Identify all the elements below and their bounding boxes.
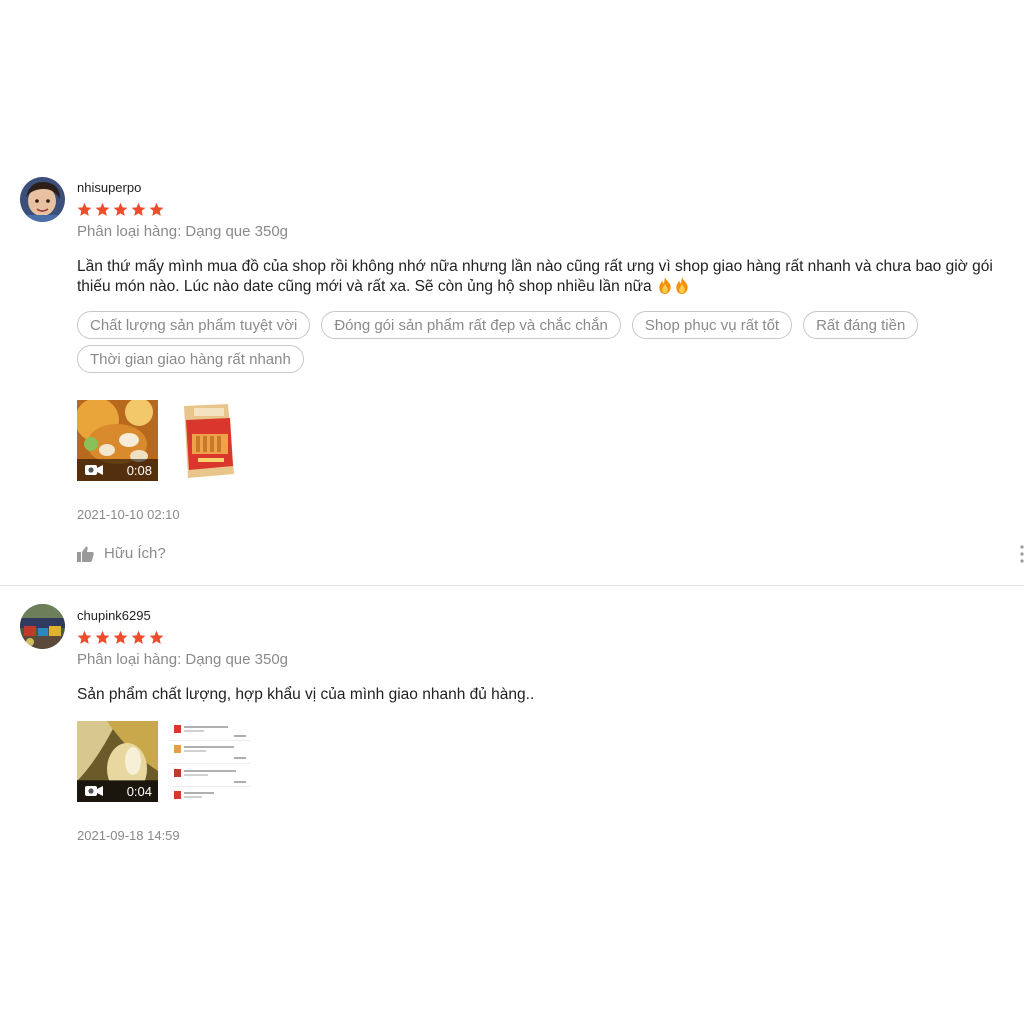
star-icon — [131, 202, 146, 216]
review-username[interactable]: chupink6295 — [77, 608, 151, 623]
review-tag: Đóng gói sản phẩm rất đẹp và chắc chắn — [321, 311, 621, 339]
review-variant: Phân loại hàng: Dạng que 350g — [77, 651, 289, 668]
review-tag: Shop phục vụ rất tốt — [631, 311, 793, 339]
review-tag: Thời gian giao hàng rất nhanh — [77, 345, 304, 373]
star-icon — [113, 630, 128, 644]
star-icon — [149, 202, 164, 216]
review-video-thumbnail[interactable]: 0:08 — [77, 400, 158, 481]
review-tag: Rất đáng tiền — [803, 311, 919, 339]
helpful-label: Hữu Ích? — [104, 545, 166, 562]
review-comment: Sản phẩm chất lượng, hợp khẩu vị của mìn… — [77, 686, 535, 703]
fire-icon — [659, 277, 671, 294]
avatar[interactable] — [20, 604, 65, 649]
star-icon — [95, 202, 110, 216]
review-timestamp: 2021-10-10 02:10 — [77, 507, 180, 522]
review-media: 0:04 — [77, 721, 251, 802]
helpful-button[interactable]: Hữu Ích? — [77, 545, 166, 562]
thumbs-up-icon — [77, 546, 94, 562]
star-icon — [131, 630, 146, 644]
rating-stars — [77, 630, 164, 646]
review-divider — [0, 585, 1024, 586]
review-tag: Chất lượng sản phẩm tuyệt vời — [77, 311, 311, 339]
review-username[interactable]: nhisuperpo — [77, 180, 141, 195]
review-video-thumbnail[interactable]: 0:04 — [77, 721, 158, 802]
video-overlay: 0:08 — [77, 459, 158, 481]
video-camera-icon — [85, 786, 103, 796]
review-timestamp: 2021-09-18 14:59 — [77, 828, 180, 843]
video-overlay: 0:04 — [77, 780, 158, 802]
review-variant: Phân loại hàng: Dạng que 350g — [77, 223, 289, 240]
more-vertical-icon[interactable] — [1019, 545, 1024, 563]
review-comment-text: Lần thứ mấy mình mua đồ của shop rồi khô… — [77, 258, 998, 295]
star-icon — [149, 630, 164, 644]
video-duration: 0:08 — [126, 462, 152, 478]
video-camera-icon — [85, 465, 103, 475]
star-icon — [77, 630, 92, 644]
star-icon — [113, 202, 128, 216]
review-tags: Chất lượng sản phẩm tuyệt vời Đóng gói s… — [77, 311, 1017, 373]
review-image-thumbnail[interactable] — [170, 400, 251, 481]
review-image-thumbnail[interactable] — [170, 721, 251, 802]
video-duration: 0:04 — [126, 783, 152, 799]
fire-icon — [676, 277, 688, 294]
avatar[interactable] — [20, 177, 65, 222]
review-comment: Lần thứ mấy mình mua đồ của shop rồi khô… — [77, 257, 1024, 297]
rating-stars — [77, 202, 164, 218]
star-icon — [77, 202, 92, 216]
review-media: 0:08 — [77, 400, 251, 481]
star-icon — [95, 630, 110, 644]
